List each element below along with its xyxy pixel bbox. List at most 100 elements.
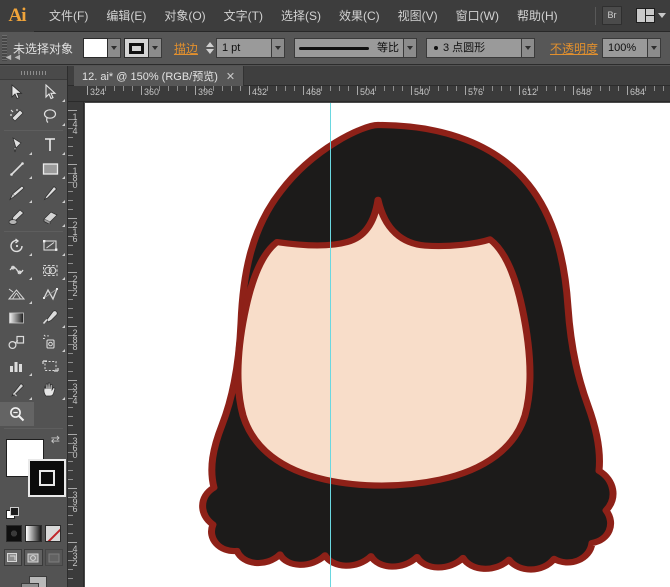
ruler-tick (393, 86, 394, 91)
opacity-control[interactable]: 100% (602, 38, 661, 58)
ruler-tick (68, 317, 73, 318)
horizontal-ruler[interactable]: 324360396432468504540576612648684 (68, 86, 670, 102)
rectangle-tool[interactable] (34, 157, 68, 181)
slice-tool[interactable] (0, 378, 34, 402)
full-screen-mode-button[interactable] (45, 549, 63, 566)
color-mode-button[interactable] (6, 525, 22, 542)
none-mode-button[interactable] (45, 525, 61, 542)
artboard-tool[interactable] (34, 354, 68, 378)
shape-builder-tool[interactable] (34, 258, 68, 282)
close-icon[interactable]: ✕ (226, 70, 235, 83)
eyedropper-tool[interactable] (34, 306, 68, 330)
normal-screen-mode-button[interactable] (4, 549, 22, 566)
ruler-tick (285, 86, 286, 91)
zoom-tool[interactable] (0, 402, 34, 426)
ruler-label: 612 (519, 87, 537, 97)
chevron-down-icon (658, 13, 666, 18)
vertical-guide-line (330, 103, 331, 587)
direct-selection-tool[interactable] (34, 80, 68, 104)
brush-definition-dropdown[interactable] (522, 38, 535, 58)
rotate-tool[interactable] (0, 234, 34, 258)
fill-swatch-control[interactable] (83, 38, 121, 58)
change-screen-mode-button[interactable] (0, 576, 67, 587)
scale-tool[interactable] (34, 234, 68, 258)
perspective-grid-tool[interactable] (0, 282, 34, 306)
stroke-weight-dropdown[interactable] (272, 38, 285, 58)
gradient-mode-button[interactable] (25, 525, 41, 542)
menu-effect[interactable]: 效果(C) (330, 0, 389, 32)
stroke-weight-control[interactable]: 1 pt (206, 38, 285, 58)
eraser-tool[interactable] (34, 205, 68, 229)
menu-type[interactable]: 文字(T) (215, 0, 272, 32)
magic-wand-tool[interactable] (0, 104, 34, 128)
symbol-sprayer-tool[interactable] (34, 330, 68, 354)
stroke-weight-input[interactable]: 1 pt (216, 38, 272, 58)
selection-status-label: 未选择对象 (13, 40, 73, 57)
blend-tool[interactable] (0, 330, 34, 354)
column-graph-tool[interactable] (0, 354, 34, 378)
ruler-tick-major (68, 542, 77, 543)
default-fill-stroke-icon[interactable] (6, 507, 20, 521)
width-profile-value[interactable]: 等比 (294, 38, 404, 58)
artboard-canvas[interactable] (85, 103, 670, 587)
ruler-tick (213, 86, 214, 91)
bridge-button[interactable]: Br (602, 6, 622, 25)
collapse-panel-icon[interactable]: ◄◄ (4, 52, 22, 62)
menu-object[interactable]: 对象(O) (155, 0, 214, 32)
stepper-down-icon[interactable] (206, 49, 214, 54)
tools-panel-header[interactable]: ◄◄ (0, 66, 67, 80)
arrange-documents-button[interactable] (636, 8, 666, 23)
stroke-color-indicator[interactable] (28, 459, 66, 497)
ruler-tick (177, 86, 178, 91)
lasso-tool[interactable] (34, 104, 68, 128)
fill-dropdown-button[interactable] (108, 38, 121, 58)
ruler-tick (68, 137, 73, 138)
menu-file[interactable]: 文件(F) (40, 0, 97, 32)
ruler-tick (68, 146, 73, 147)
swap-fill-stroke-icon[interactable]: ⇄ (51, 435, 60, 445)
stroke-dropdown-button[interactable] (149, 38, 162, 58)
menu-items: 文件(F) 编辑(E) 对象(O) 文字(T) 选择(S) 效果(C) 视图(V… (40, 0, 567, 32)
ruler-tick-major (68, 218, 77, 219)
stepper-up-icon[interactable] (206, 42, 214, 47)
fill-color-swatch[interactable] (83, 38, 108, 58)
menu-help[interactable]: 帮助(H) (508, 0, 567, 32)
pen-tool[interactable] (0, 133, 34, 157)
paintbrush-tool[interactable] (0, 181, 34, 205)
type-tool[interactable] (34, 133, 68, 157)
ruler-tick (537, 86, 538, 91)
tool-group-indicator-icon (62, 397, 65, 400)
tool-group-indicator-icon (62, 176, 65, 179)
menu-select[interactable]: 选择(S) (272, 0, 330, 32)
variable-width-profile-control[interactable]: 等比 (294, 38, 417, 58)
vertical-ruler[interactable]: 144180216252288324360396432468 (68, 102, 84, 587)
stroke-swatch-control[interactable] (124, 38, 162, 58)
brush-definition-control[interactable]: 3 点圆形 (426, 38, 535, 58)
menu-window[interactable]: 窗口(W) (447, 0, 508, 32)
width-profile-dropdown[interactable] (404, 38, 417, 58)
line-segment-tool[interactable] (0, 157, 34, 181)
stroke-panel-link[interactable]: 描边 (174, 40, 198, 57)
menu-edit[interactable]: 编辑(E) (97, 0, 155, 32)
stroke-color-swatch[interactable] (124, 38, 149, 58)
opacity-dropdown[interactable] (648, 38, 661, 58)
selection-tool[interactable] (0, 80, 34, 104)
brush-definition-value[interactable]: 3 点圆形 (426, 38, 522, 58)
stroke-weight-stepper[interactable] (206, 42, 214, 54)
tool-group-indicator-icon (62, 325, 65, 328)
artwork-cartoon-head[interactable] (85, 103, 670, 587)
opacity-panel-link[interactable]: 不透明度 (550, 40, 598, 57)
document-tab[interactable]: 12. ai* @ 150% (RGB/预览) ✕ (74, 66, 244, 86)
width-tool[interactable] (0, 258, 34, 282)
ruler-tick (68, 407, 73, 408)
blob-brush-tool[interactable] (0, 205, 34, 229)
pencil-tool[interactable] (34, 181, 68, 205)
gradient-tool[interactable] (0, 306, 34, 330)
ruler-tick (276, 86, 277, 91)
opacity-input[interactable]: 100% (602, 38, 648, 58)
mesh-tool[interactable] (34, 282, 68, 306)
ruler-tick (186, 86, 187, 91)
menu-view[interactable]: 视图(V) (389, 0, 447, 32)
hand-tool[interactable] (34, 378, 68, 402)
full-screen-menu-mode-button[interactable] (24, 549, 42, 566)
